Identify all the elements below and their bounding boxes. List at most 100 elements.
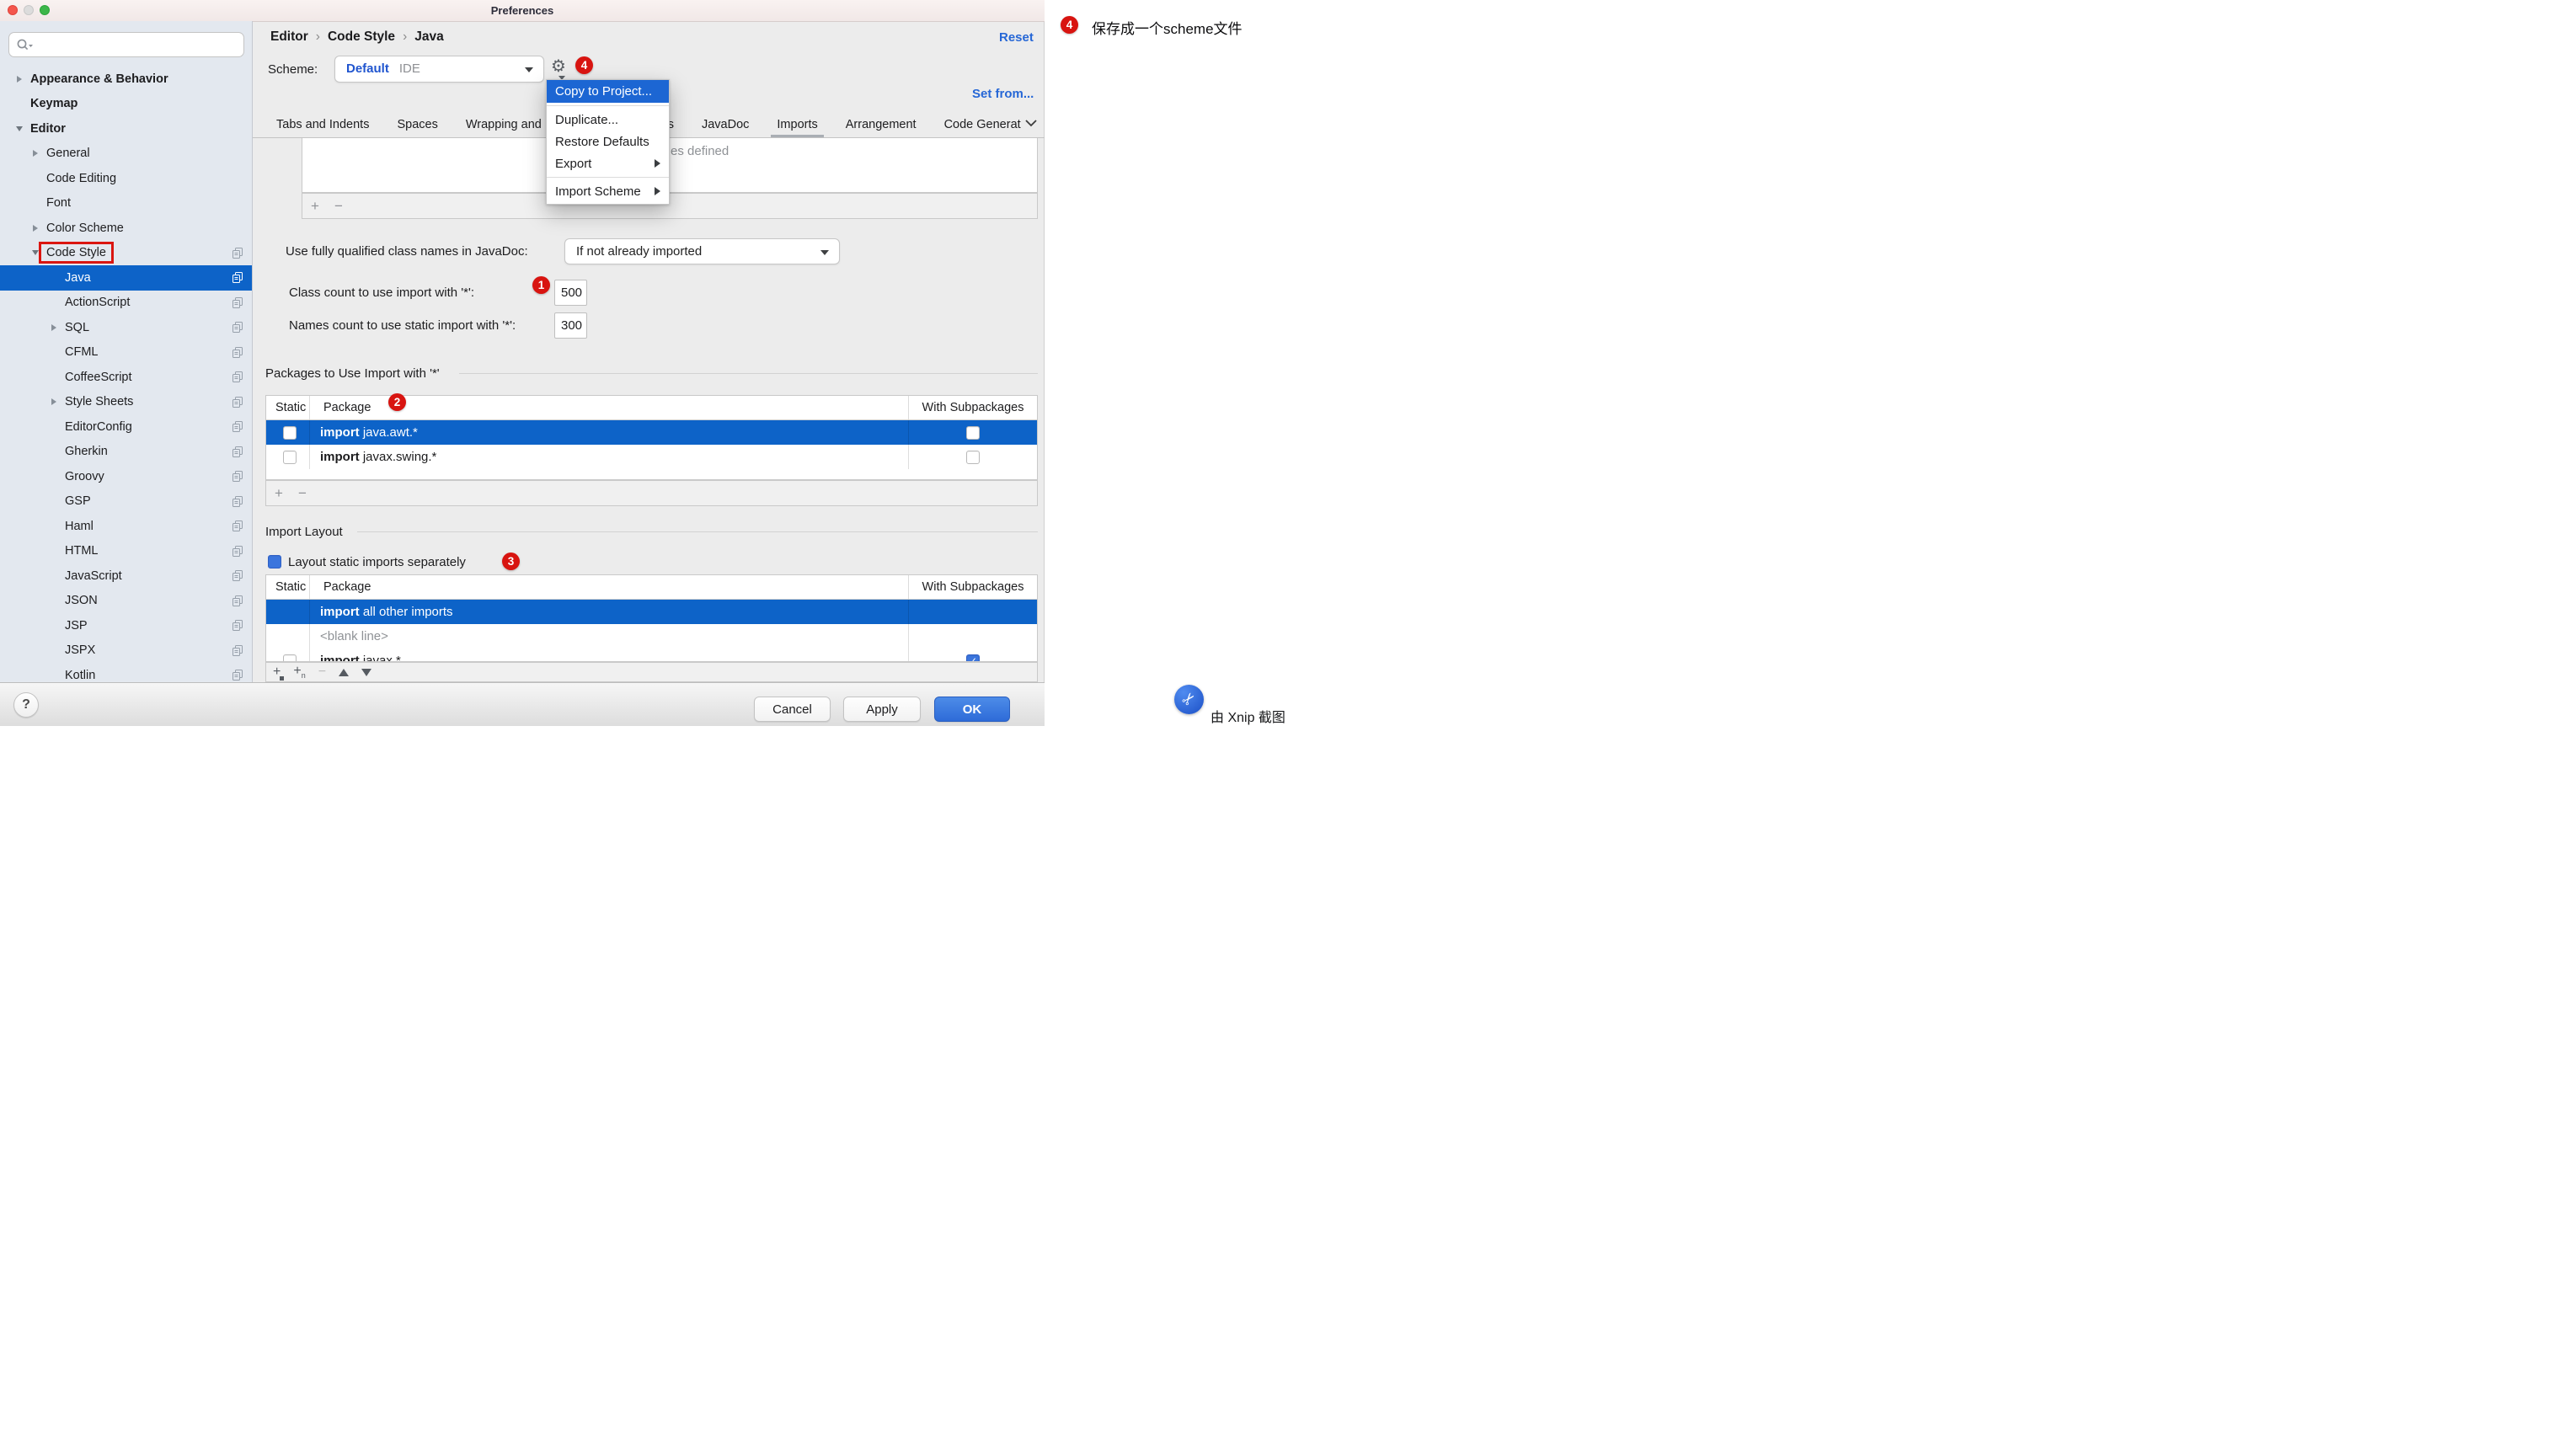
apply-button[interactable]: Apply [843, 697, 921, 722]
copy-scheme-icon[interactable] [232, 620, 243, 631]
static-checkbox[interactable] [283, 654, 297, 663]
sidebar-item-gsp[interactable]: GSP [0, 489, 252, 515]
column-package[interactable]: Package [310, 575, 909, 599]
sidebar-item-jspx[interactable]: JSPX [0, 638, 252, 664]
sidebar-item-html[interactable]: HTML [0, 539, 252, 564]
search-input[interactable] [38, 35, 242, 56]
with-subpackages-checkbox[interactable] [966, 426, 980, 440]
sidebar-item-editor[interactable]: Editor [0, 116, 252, 141]
down-disclosure-icon[interactable] [29, 248, 42, 258]
packages-table-row[interactable]: import java.awt.* [266, 420, 1037, 445]
column-with-subpackages[interactable]: With Subpackages [909, 575, 1037, 599]
with-subpackages-checkbox[interactable] [966, 451, 980, 464]
tab-code-generation[interactable]: Code Generation [944, 118, 1021, 131]
sidebar-item-groovy[interactable]: Groovy [0, 464, 252, 489]
sidebar-item-actionscript[interactable]: ActionScript [0, 291, 252, 316]
copy-scheme-icon[interactable] [232, 520, 243, 531]
sidebar-item-haml[interactable]: Haml [0, 514, 252, 539]
sidebar-item-code-style[interactable]: Code Style [0, 241, 252, 266]
copy-scheme-icon[interactable] [232, 421, 243, 432]
sidebar-item-coffeescript[interactable]: CoffeeScript [0, 365, 252, 390]
tab-imports[interactable]: Imports [777, 118, 817, 131]
menu-item-duplicate[interactable]: Duplicate... [547, 109, 669, 131]
sidebar-item-font[interactable]: Font [0, 191, 252, 216]
tab-javadoc[interactable]: JavaDoc [702, 118, 749, 131]
class-count-field[interactable] [554, 280, 587, 306]
cancel-button[interactable]: Cancel [754, 697, 831, 722]
add-blank-line-icon[interactable]: +n [293, 665, 305, 680]
copy-scheme-icon[interactable] [232, 645, 243, 656]
right-disclosure-icon[interactable] [47, 397, 61, 407]
copy-scheme-icon[interactable] [232, 272, 243, 283]
right-disclosure-icon[interactable] [47, 323, 61, 333]
sidebar-item-general[interactable]: General [0, 141, 252, 167]
add-icon[interactable]: + [275, 486, 283, 500]
copy-scheme-icon[interactable] [232, 496, 243, 507]
tab-tabs-and-indents[interactable]: Tabs and Indents [276, 118, 369, 131]
sidebar-item-code-editing[interactable]: Code Editing [0, 166, 252, 191]
sidebar-item-javascript[interactable]: JavaScript [0, 563, 252, 589]
add-package-icon[interactable]: + [273, 665, 281, 679]
sidebar-item-keymap[interactable]: Keymap [0, 92, 252, 117]
column-with-subpackages[interactable]: With Subpackages [909, 396, 1037, 419]
copy-scheme-icon[interactable] [232, 446, 243, 457]
empty-imports-table[interactable] [302, 138, 1038, 193]
right-disclosure-icon[interactable] [29, 223, 42, 233]
tab-arrangement[interactable]: Arrangement [846, 118, 917, 131]
sidebar-item-java[interactable]: Java [0, 265, 252, 291]
ok-button[interactable]: OK [934, 697, 1010, 722]
import-layout-table-row[interactable]: import javax.*✓ [266, 649, 1037, 662]
breadcrumb-editor[interactable]: Editor [270, 29, 308, 45]
remove-icon[interactable]: − [298, 486, 307, 500]
copy-scheme-icon[interactable] [232, 397, 243, 408]
sidebar-item-kotlin[interactable]: Kotlin [0, 663, 252, 682]
sidebar-item-jsp[interactable]: JSP [0, 613, 252, 638]
tab-spaces[interactable]: Spaces [397, 118, 437, 131]
copy-scheme-icon[interactable] [232, 471, 243, 482]
menu-item-restore-defaults[interactable]: Restore Defaults [547, 131, 669, 152]
right-disclosure-icon[interactable] [29, 148, 42, 158]
add-icon[interactable]: + [311, 199, 319, 213]
menu-item-export[interactable]: Export [547, 152, 669, 174]
sidebar-item-json[interactable]: JSON [0, 589, 252, 614]
copy-scheme-icon[interactable] [232, 371, 243, 382]
copy-scheme-icon[interactable] [232, 595, 243, 606]
right-disclosure-icon[interactable] [13, 74, 26, 84]
sidebar-item-sql[interactable]: SQL [0, 315, 252, 340]
copy-scheme-icon[interactable] [232, 347, 243, 358]
menu-item-import-scheme[interactable]: Import Scheme [547, 180, 669, 202]
scheme-select[interactable]: DefaultIDE [334, 56, 544, 83]
column-static[interactable]: Static [266, 575, 310, 599]
help-button[interactable]: ? [13, 692, 39, 718]
with-subpackages-checkbox[interactable]: ✓ [966, 654, 980, 663]
remove-icon[interactable]: − [318, 665, 326, 679]
sidebar-item-gherkin[interactable]: Gherkin [0, 440, 252, 465]
copy-scheme-icon[interactable] [232, 297, 243, 308]
import-layout-table-row[interactable]: <blank line> [266, 624, 1037, 649]
copy-scheme-icon[interactable] [232, 546, 243, 557]
move-down-icon[interactable] [361, 669, 371, 676]
sidebar-item-cfml[interactable]: CFML [0, 340, 252, 366]
layout-static-imports-checkbox[interactable] [268, 555, 281, 569]
sidebar-item-color-scheme[interactable]: Color Scheme [0, 216, 252, 241]
packages-table-row[interactable]: import javax.swing.* [266, 445, 1037, 469]
set-from-link[interactable]: Set from... [972, 87, 1034, 101]
down-disclosure-icon[interactable] [13, 124, 26, 134]
more-tabs-chevron-icon[interactable] [1024, 119, 1038, 127]
breadcrumb-code-style[interactable]: Code Style [328, 29, 395, 45]
search-box[interactable] [8, 32, 244, 57]
static-checkbox[interactable] [283, 451, 297, 464]
static-checkbox[interactable] [283, 426, 297, 440]
names-count-field[interactable] [554, 312, 587, 339]
remove-icon[interactable]: − [334, 199, 343, 213]
sidebar-item-editorconfig[interactable]: EditorConfig [0, 414, 252, 440]
menu-item-copy-to-project[interactable]: Copy to Project... [547, 80, 669, 103]
copy-scheme-icon[interactable] [232, 248, 243, 259]
javadoc-qualified-select[interactable]: If not already imported [564, 238, 840, 264]
copy-scheme-icon[interactable] [232, 670, 243, 681]
import-layout-table-row[interactable]: import all other imports [266, 600, 1037, 624]
copy-scheme-icon[interactable] [232, 322, 243, 333]
sidebar-item-style-sheets[interactable]: Style Sheets [0, 390, 252, 415]
move-up-icon[interactable] [339, 669, 349, 676]
sidebar-item-appearance-behavior[interactable]: Appearance & Behavior [0, 67, 252, 92]
